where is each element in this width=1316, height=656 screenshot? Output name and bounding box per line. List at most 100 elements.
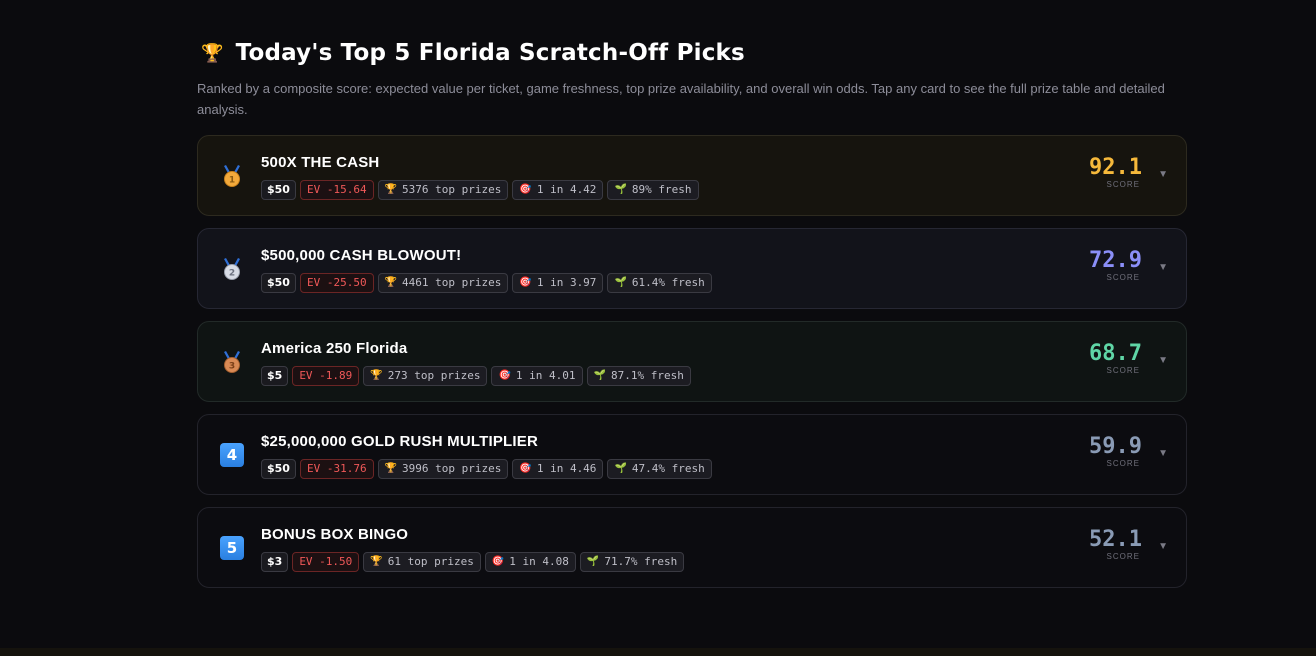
freshness-badge: 🌱 89% fresh (607, 180, 699, 200)
freshness-badge: 🌱 71.7% fresh (579, 552, 685, 572)
score-value: 59.9 (1089, 434, 1142, 459)
score-block: 52.1 SCORE (1089, 527, 1142, 561)
freshness-text: 89% fresh (631, 183, 692, 196)
freshness-text: 71.7% fresh (604, 555, 678, 568)
expected-value-badge: EV -1.50 (292, 552, 360, 572)
expand-caret-icon[interactable]: ▼ (1158, 541, 1168, 552)
score-value: 92.1 (1089, 155, 1142, 180)
expand-caret-icon[interactable]: ▼ (1158, 262, 1168, 273)
game-name: America 250 Florida (261, 340, 408, 357)
ticket-price-badge: $50 (261, 273, 296, 293)
score-label: SCORE (1106, 459, 1140, 468)
target-icon: 🎯 (519, 463, 532, 474)
freshness-text: 61.4% fresh (631, 276, 705, 289)
target-icon: 🎯 (491, 556, 505, 567)
expected-value-badge: EV -31.76 (299, 459, 374, 479)
top-prizes-badge: 🏆 61 top prizes (363, 552, 481, 572)
expected-value-badge: EV -25.50 (299, 273, 374, 293)
trophy-icon: 🏆 (384, 184, 398, 195)
odds-badge: 🎯 1 in 4.42 (512, 180, 604, 200)
game-card-4[interactable]: 4 $25,000,000 GOLD RUSH MULTIPLIER $50 E… (197, 414, 1187, 495)
page-subtitle: Ranked by a composite score: expected va… (197, 81, 1165, 117)
score-value: 72.9 (1089, 248, 1142, 273)
freshness-badge: 🌱 87.1% fresh (586, 366, 691, 386)
page-title: 🏆 Today's Top 5 Florida Scratch-Off Pick… (201, 38, 1187, 68)
freshness-badge: 🌱 47.4% fresh (607, 459, 712, 479)
ticket-price-badge: $5 (261, 366, 289, 386)
silver-medal-icon: 2 (220, 257, 244, 281)
target-icon: 🎯 (498, 370, 511, 381)
trophy-icon: 🏆 (384, 463, 398, 474)
top-prizes-text: 5376 top prizes (402, 183, 502, 196)
picks-list: 1 500X THE CASH $50 EV -15.64 🏆 5376 top … (197, 135, 1187, 588)
target-icon: 🎯 (519, 184, 532, 195)
ticket-price-badge: $3 (261, 552, 289, 572)
seedling-icon: 🌱 (614, 463, 627, 474)
game-name: BONUS BOX BINGO (261, 526, 409, 543)
game-stats: $50 EV -15.64 🏆 5376 top prizes 🎯 1 in 4.4… (261, 180, 699, 200)
score-block: 59.9 SCORE (1089, 434, 1142, 468)
seedling-icon: 🌱 (586, 556, 600, 567)
top-prizes-text: 61 top prizes (387, 555, 474, 568)
expand-caret-icon[interactable]: ▼ (1158, 355, 1168, 366)
keycap-4-icon: 4 (220, 443, 244, 467)
target-icon: 🎯 (519, 277, 532, 288)
expand-caret-icon[interactable]: ▼ (1158, 448, 1168, 459)
game-card-2[interactable]: 2 $500,000 CASH BLOWOUT! $50 EV -25.50 🏆… (197, 228, 1187, 309)
score-value: 68.7 (1089, 341, 1142, 366)
keycap-5-icon: 5 (220, 536, 244, 560)
game-stats: $50 EV -31.76 🏆 3996 top prizes 🎯 1 in 4.4… (261, 459, 712, 479)
bottom-edge (0, 648, 1316, 656)
score-block: 68.7 SCORE (1089, 341, 1142, 375)
svg-text:2: 2 (229, 269, 235, 279)
top-prizes-text: 273 top prizes (387, 369, 481, 382)
svg-text:3: 3 (229, 362, 235, 372)
game-stats: $50 EV -25.50 🏆 4461 top prizes 🎯 1 in 3.9… (261, 273, 712, 293)
expected-value-badge: EV -1.89 (292, 366, 360, 386)
game-stats: $5 EV -1.89 🏆 273 top prizes 🎯 1 in 4.01 🌱… (261, 366, 691, 386)
top-prizes-badge: 🏆 5376 top prizes (377, 180, 509, 200)
seedling-icon: 🌱 (614, 184, 627, 195)
odds-badge: 🎯 1 in 3.97 (512, 273, 604, 293)
freshness-text: 87.1% fresh (610, 369, 684, 382)
odds-text: 1 in 4.08 (509, 555, 569, 568)
trophy-icon: 🏆 (370, 556, 383, 567)
score-label: SCORE (1106, 273, 1140, 282)
game-card-1[interactable]: 1 500X THE CASH $50 EV -15.64 🏆 5376 top … (197, 135, 1187, 216)
trophy-icon: 🏆 (201, 42, 224, 64)
odds-text: 1 in 4.46 (536, 462, 597, 475)
trophy-icon: 🏆 (370, 370, 383, 381)
page-title-text: Today's Top 5 Florida Scratch-Off Picks (235, 40, 745, 66)
expected-value-badge: EV -15.64 (299, 180, 374, 200)
odds-text: 1 in 3.97 (536, 276, 597, 289)
top-prizes-badge: 🏆 273 top prizes (363, 366, 488, 386)
freshness-text: 47.4% fresh (631, 462, 705, 475)
seedling-icon: 🌱 (614, 277, 627, 288)
ticket-price-badge: $50 (261, 459, 296, 479)
top-prizes-text: 4461 top prizes (402, 276, 502, 289)
expand-caret-icon[interactable]: ▼ (1158, 169, 1168, 180)
game-card-3[interactable]: 3 America 250 Florida $5 EV -1.89 🏆 273 t… (197, 321, 1187, 402)
rank-number: 4 (220, 443, 244, 467)
odds-badge: 🎯 1 in 4.46 (512, 459, 604, 479)
score-block: 92.1 SCORE (1089, 155, 1142, 189)
score-block: 72.9 SCORE (1089, 248, 1142, 282)
top-prizes-badge: 🏆 3996 top prizes (377, 459, 509, 479)
top-prizes-badge: 🏆 4461 top prizes (377, 273, 509, 293)
score-label: SCORE (1106, 180, 1140, 189)
odds-badge: 🎯 1 in 4.01 (491, 366, 583, 386)
rank-number: 5 (220, 536, 244, 560)
freshness-badge: 🌱 61.4% fresh (607, 273, 712, 293)
score-label: SCORE (1106, 366, 1140, 375)
score-label: SCORE (1106, 552, 1140, 561)
game-card-5[interactable]: 5 BONUS BOX BINGO $3 EV -1.50 🏆 61 top pr… (197, 507, 1187, 588)
game-stats: $3 EV -1.50 🏆 61 top prizes 🎯 1 in 4.08 🌱 7… (261, 552, 685, 572)
gold-medal-icon: 1 (220, 164, 244, 188)
score-value: 52.1 (1089, 527, 1142, 552)
top-prizes-text: 3996 top prizes (402, 462, 502, 475)
game-name: $25,000,000 GOLD RUSH MULTIPLIER (261, 433, 539, 450)
odds-text: 1 in 4.01 (515, 369, 576, 382)
picks-section: 🏆 Today's Top 5 Florida Scratch-Off Pick… (197, 38, 1187, 588)
game-name: 500X THE CASH (261, 154, 380, 171)
odds-badge: 🎯 1 in 4.08 (484, 552, 576, 572)
